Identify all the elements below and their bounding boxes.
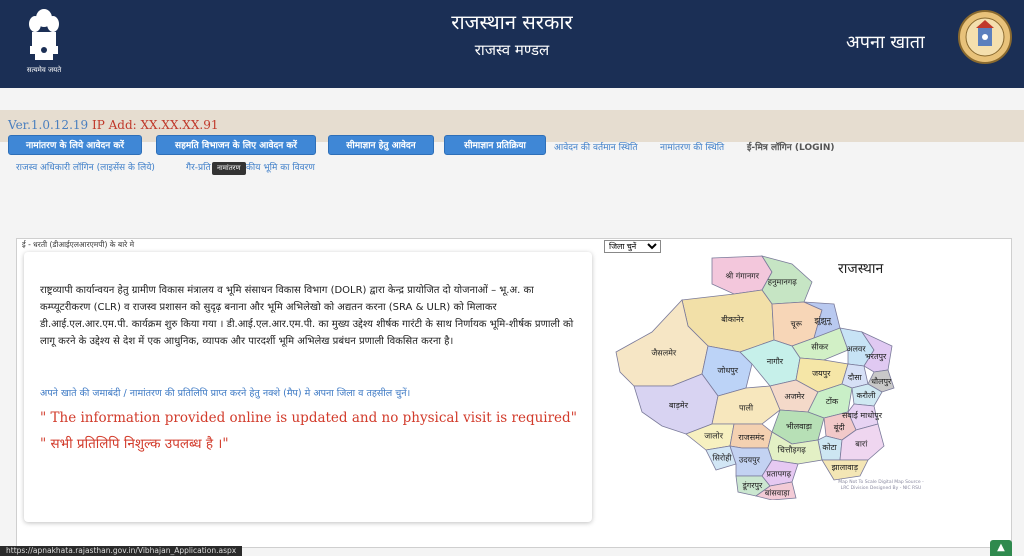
ip-address: IP Add: XX.XX.XX.91 <box>91 118 219 132</box>
district-label: सिरोही <box>712 453 732 463</box>
chevron-up-icon: ▲ <box>997 542 1005 553</box>
district-label: जालोर <box>704 431 724 441</box>
apply-demarcation-button[interactable]: सीमाज्ञान हेतु आवेदन <box>328 135 434 155</box>
district-label: बारां <box>855 439 868 448</box>
site-name: अपना खाता <box>846 32 925 53</box>
map-title: राजस्थान <box>838 261 884 277</box>
district-label: धौलपुर <box>871 376 892 387</box>
apply-consent-partition-button[interactable]: सहमति विभाजन के लिए आवेदन करें <box>156 135 316 155</box>
district-label: हनुमानगढ़ <box>768 277 797 287</box>
district-label: बांसवाड़ा <box>765 488 791 497</box>
emblem-caption: सत्यमेव जयते <box>26 66 62 74</box>
district-label: दौसा <box>848 372 863 382</box>
district-label: अलवर <box>846 344 866 353</box>
district-label: चूरू <box>791 319 803 329</box>
non-agri-land-link-start[interactable]: गैर-प्रति <box>186 160 211 173</box>
emitra-login-link[interactable]: ई-मित्र लॉगिन (LOGIN) <box>747 140 835 153</box>
application-status-link[interactable]: आवेदन की वर्तमान स्थिति <box>554 140 638 153</box>
district-label: श्री गंगानगर <box>726 271 760 281</box>
version-info: Ver.1.0.12.19 IP Add: XX.XX.XX.91 <box>8 118 218 132</box>
non-agri-land-link-end[interactable]: कीय भूमि का विवरण <box>246 160 315 173</box>
district-label: बीकानेर <box>721 314 744 324</box>
district-label: भरतपुर <box>865 352 887 362</box>
map-credit: Map Not To Scale Digital Map Source - LR… <box>838 480 924 491</box>
district-label: भीलवाड़ा <box>786 421 813 431</box>
mutation-status-link[interactable]: नामांतरण की स्थिति <box>660 140 724 153</box>
district-label: करौली <box>857 390 877 400</box>
demarcation-response-button[interactable]: सीमाज्ञान प्रतिक्रिया <box>444 135 546 155</box>
rajasthan-district-map[interactable]: श्री गंगानगर हनुमानगढ़ बीकानेर चूरू झुंझुनू स… <box>612 254 932 500</box>
map-instruction: अपने खाते की जमाबंदी / नामांतरण की प्रति… <box>40 388 411 399</box>
district-label: सीकर <box>811 342 829 352</box>
district-label: नागौर <box>767 356 784 366</box>
panel-heading: ई - धरती (डीआईएलआरएमपी) के बारे मे <box>22 240 135 249</box>
district-label: डूंगरपुर <box>741 481 763 491</box>
district-label: प्रतापगढ़ <box>766 470 791 479</box>
version-label: Ver.1.0.12.19 <box>8 118 89 132</box>
district-label: राजसमंद <box>738 433 764 442</box>
status-bar-url: https://apnakhata.rajasthan.gov.in/Vibha… <box>0 546 243 556</box>
district-label: झालावाड़ <box>832 463 859 472</box>
revenue-officer-login-link[interactable]: राजस्व अधिकारी लॉगिन (लाइसेंस के लिये) <box>16 160 155 173</box>
district-label: जोधपुर <box>717 365 738 376</box>
district-label: अजमेर <box>784 391 805 401</box>
revenue-board-seal-icon <box>958 10 1012 64</box>
about-card: राष्ट्रव्यापी कार्यान्वयन हेतु ग्रामीण व… <box>24 252 592 522</box>
scroll-to-top-button[interactable]: ▲ <box>990 540 1012 556</box>
district-label: बूंदी <box>834 422 846 433</box>
district-label: झुंझुनू <box>814 316 833 326</box>
hover-tooltip: नामांतरण <box>212 162 246 175</box>
district-label: जयपुर <box>812 369 831 379</box>
notice-english: " The information provided online is upd… <box>40 410 577 426</box>
district-label: सवाई माधोपुर <box>842 410 883 421</box>
district-label: चित्तौड़गढ़ <box>778 445 807 455</box>
district-label: पाली <box>739 402 754 412</box>
apply-mutation-button[interactable]: नामांतरण के लिये आवेदन करें <box>8 135 142 155</box>
district-label: उदयपुर <box>739 456 761 466</box>
district-label: बाड़मेर <box>669 400 689 410</box>
district-label: जैसलमेर <box>651 348 677 358</box>
district-label: टोंक <box>826 396 839 406</box>
site-header: सत्यमेव जयते राजस्थान सरकार राजस्व मण्डल… <box>0 0 1024 88</box>
notice-hindi: " सभी प्रतिलिपि निशुल्क उपलब्ध है ।" <box>40 436 229 452</box>
district-label: कोटा <box>822 442 837 452</box>
district-select[interactable]: जिला चुनें <box>604 240 661 253</box>
about-paragraph: राष्ट्रव्यापी कार्यान्वयन हेतु ग्रामीण व… <box>40 285 574 347</box>
